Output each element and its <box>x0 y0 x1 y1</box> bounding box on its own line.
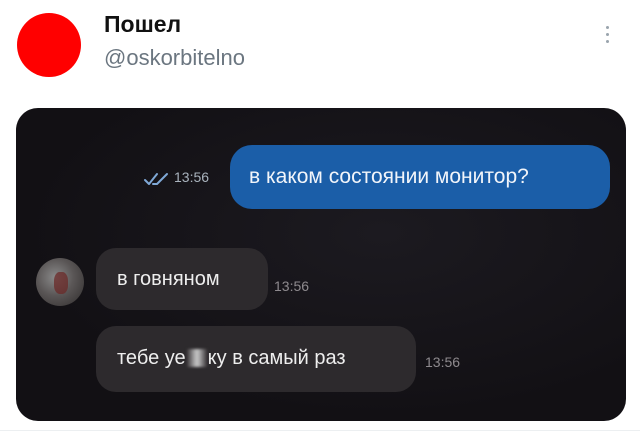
double-check-icon <box>144 173 168 185</box>
tweet-header: Пошел @oskorbitelno <box>0 0 640 100</box>
incoming-message-text: в говняном <box>117 268 220 290</box>
incoming-message-time: 13:56 <box>425 354 461 370</box>
contact-avatar[interactable] <box>36 258 84 306</box>
incoming-message-bubble[interactable]: в говняном <box>96 248 268 310</box>
outgoing-message-text: в каком состоянии монитор? <box>249 165 529 188</box>
divider <box>0 430 640 431</box>
author-name[interactable]: Пошел <box>104 11 181 38</box>
chat-screenshot: 13:56 в каком состоянии монитор? в говня… <box>16 108 626 421</box>
outgoing-message-bubble[interactable]: в каком состоянии монитор? <box>230 145 610 209</box>
censor-blur <box>186 349 207 367</box>
outgoing-message-time: 13:56 <box>174 169 210 185</box>
incoming-message-bubble[interactable]: тебе уе ку в самый раз <box>96 326 416 392</box>
incoming-message-text: тебе уе ку в самый раз <box>117 347 346 370</box>
more-vertical-icon[interactable] <box>600 26 614 54</box>
author-handle[interactable]: @oskorbitelno <box>104 45 245 71</box>
tweet-card: Пошел @oskorbitelno 13:56 в каком состоя… <box>0 0 640 438</box>
message-text-part: ку в самый раз <box>207 347 346 369</box>
message-text-part: тебе уе <box>117 347 186 369</box>
incoming-message-time: 13:56 <box>274 278 310 294</box>
author-avatar[interactable] <box>17 13 81 77</box>
